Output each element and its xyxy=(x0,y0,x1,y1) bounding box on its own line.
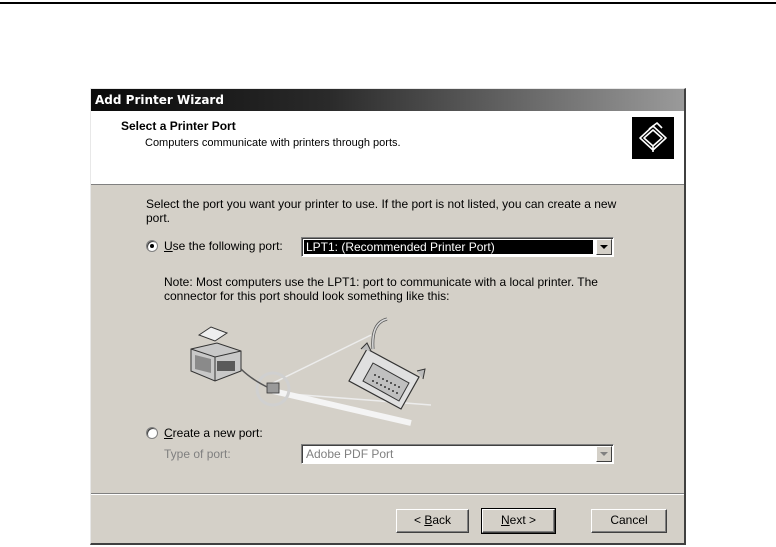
chevron-down-icon xyxy=(600,245,608,249)
printer-port-icon xyxy=(632,117,674,159)
button-separator xyxy=(91,493,684,495)
port-type-dropdown-button xyxy=(596,446,612,462)
title-bar[interactable]: Add Printer Wizard xyxy=(91,89,684,111)
port-type-value: Adobe PDF Port xyxy=(306,447,394,461)
note-text: Note: Most computers use the LPT1: port … xyxy=(164,275,598,303)
page-title: Select a Printer Port xyxy=(121,119,236,133)
wizard-body: Select the port you want your printer to… xyxy=(91,185,684,495)
wizard-header: Select a Printer Port Computers communic… xyxy=(91,111,684,185)
window-title: Add Printer Wizard xyxy=(95,93,224,107)
add-printer-wizard-window: Add Printer Wizard Select a Printer Port… xyxy=(90,88,686,545)
cancel-button[interactable]: Cancel xyxy=(591,509,667,533)
port-dropdown-button[interactable] xyxy=(596,239,612,255)
next-button[interactable]: Next > xyxy=(481,508,556,534)
create-port-label[interactable]: Create a new port: xyxy=(164,426,263,440)
back-button[interactable]: < Back xyxy=(396,509,469,533)
use-port-radio[interactable] xyxy=(146,240,158,252)
create-port-radio[interactable] xyxy=(146,427,158,439)
port-select[interactable]: LPT1: (Recommended Printer Port) xyxy=(301,237,614,257)
printer-icon xyxy=(190,326,242,382)
port-type-label: Type of port: xyxy=(164,447,231,461)
printer-to-parallel-cable-illustration xyxy=(181,313,441,436)
intro-text: Select the port you want your printer to… xyxy=(146,197,617,225)
page-subtitle: Computers communicate with printers thro… xyxy=(145,137,401,149)
use-port-label[interactable]: Use the following port: xyxy=(164,239,283,253)
chevron-down-icon xyxy=(600,452,608,456)
top-rule xyxy=(0,2,776,4)
port-type-select: Adobe PDF Port xyxy=(301,444,614,464)
port-select-value: LPT1: (Recommended Printer Port) xyxy=(304,240,593,254)
